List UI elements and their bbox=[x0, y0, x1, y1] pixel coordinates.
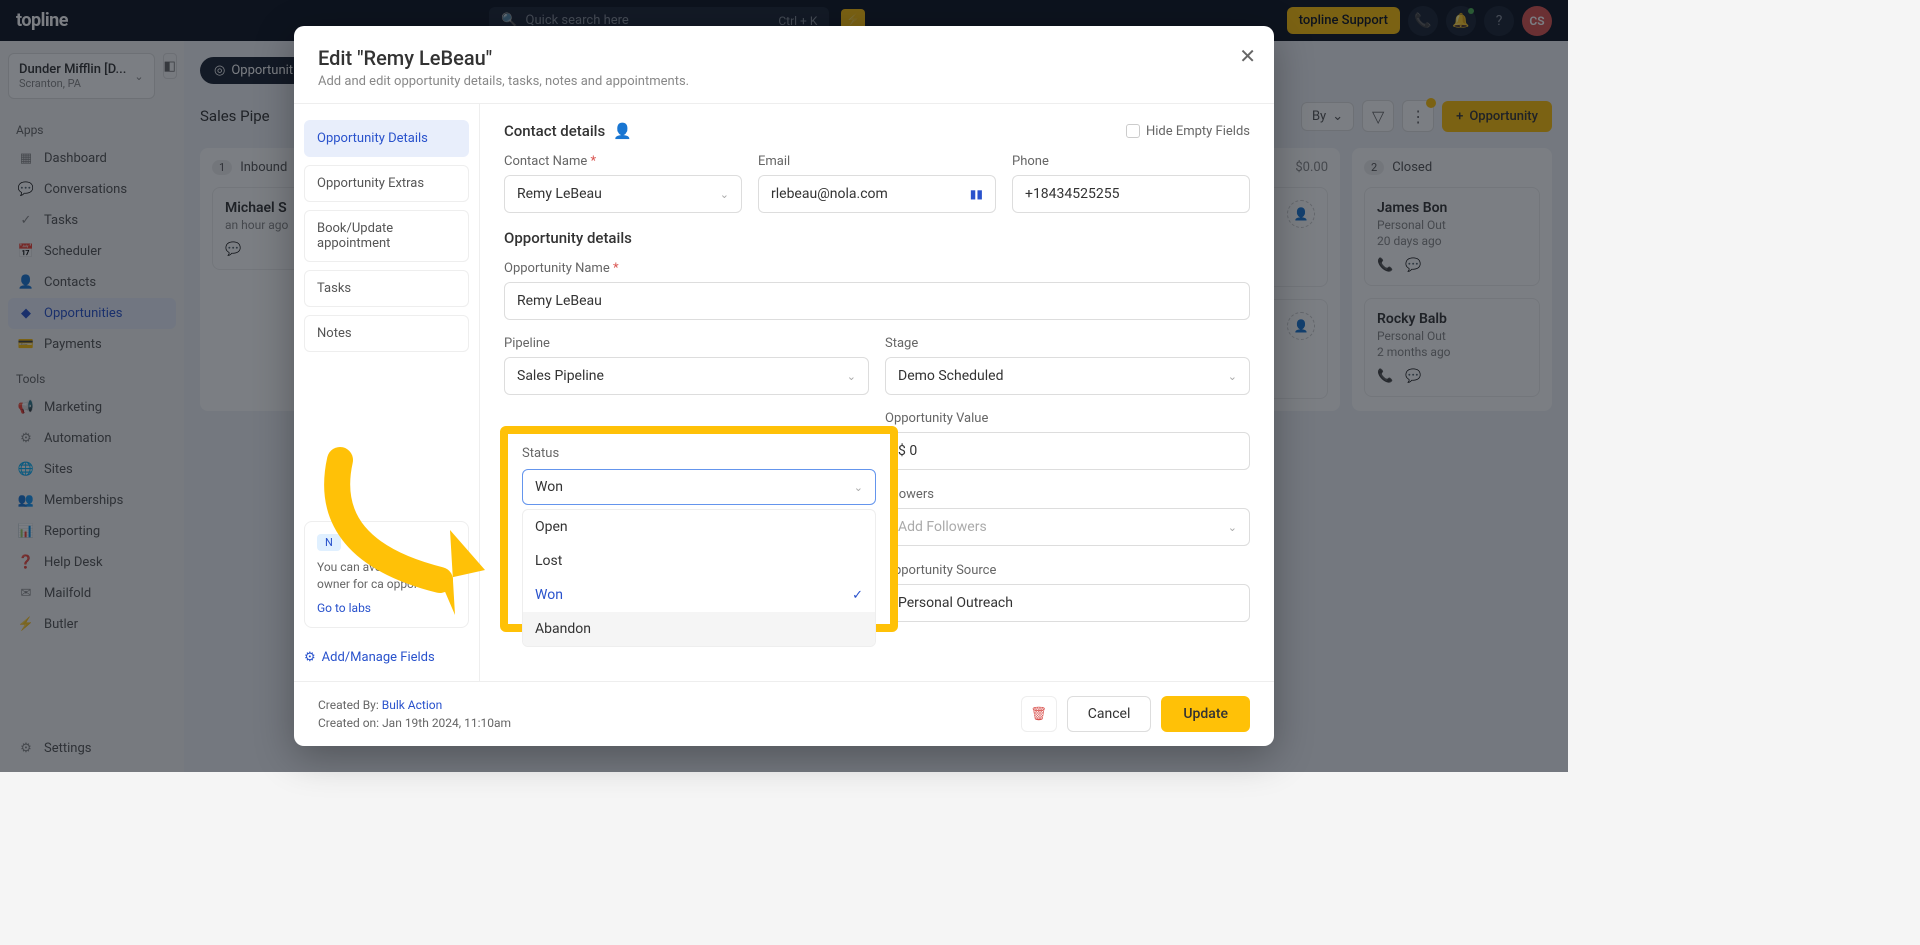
opportunity-value-field[interactable]: $ 0 bbox=[885, 432, 1250, 470]
copy-icon[interactable]: ▮▮ bbox=[970, 187, 983, 201]
opportunity-section-header: Opportunity details bbox=[504, 229, 1250, 247]
checkbox-icon bbox=[1126, 124, 1140, 138]
source-label: Opportunity Source bbox=[885, 563, 1250, 578]
modal-sidebar: Opportunity Details Opportunity Extras B… bbox=[294, 104, 480, 681]
contact-name-field[interactable]: Remy LeBeau⌄ bbox=[504, 175, 742, 213]
check-icon: ✓ bbox=[852, 588, 863, 603]
chevron-down-icon: ⌄ bbox=[854, 481, 863, 494]
status-option-abandon[interactable]: Abandon bbox=[523, 612, 875, 646]
phone-field[interactable]: +18434525255 bbox=[1012, 175, 1250, 213]
close-icon[interactable]: ✕ bbox=[1239, 44, 1256, 68]
hide-empty-toggle[interactable]: Hide Empty Fields bbox=[1126, 124, 1250, 139]
modal-header: Edit "Remy LeBeau" Add and edit opportun… bbox=[294, 26, 1274, 104]
followers-field[interactable]: Add Followers⌄ bbox=[885, 508, 1250, 546]
email-label: Email bbox=[758, 154, 996, 169]
opportunity-name-label: Opportunity Name * bbox=[504, 261, 1250, 276]
tab-notes[interactable]: Notes bbox=[304, 315, 469, 352]
chevron-down-icon: ⌄ bbox=[1228, 521, 1237, 534]
chevron-down-icon: ⌄ bbox=[847, 370, 856, 383]
chevron-down-icon: ⌄ bbox=[1228, 370, 1237, 383]
delete-button[interactable]: 🗑 bbox=[1021, 696, 1057, 732]
labs-link[interactable]: Go to labs bbox=[317, 601, 371, 615]
trash-icon: 🗑 bbox=[1030, 707, 1047, 722]
pipeline-label: Pipeline bbox=[504, 336, 869, 351]
status-option-won[interactable]: Won✓ bbox=[523, 578, 875, 612]
update-button[interactable]: Update bbox=[1161, 696, 1250, 732]
status-option-open[interactable]: Open bbox=[523, 510, 875, 544]
manage-fields-link[interactable]: ⚙Add/Manage Fields bbox=[304, 650, 469, 665]
status-field[interactable]: Won ⌄ bbox=[522, 469, 876, 505]
gear-icon: ⚙ bbox=[304, 650, 316, 665]
contact-name-label: Contact Name * bbox=[504, 154, 742, 169]
pipeline-field[interactable]: Sales Pipeline⌄ bbox=[504, 357, 869, 395]
source-field[interactable]: Personal Outreach bbox=[885, 584, 1250, 622]
labs-badge: N bbox=[317, 534, 341, 551]
footer-meta: Created By: Bulk Action Created on: Jan … bbox=[318, 696, 511, 732]
stage-label: Stage bbox=[885, 336, 1250, 351]
tab-opportunity-details[interactable]: Opportunity Details bbox=[304, 120, 469, 157]
contact-icon: 👤 bbox=[613, 122, 632, 140]
opportunity-name-field[interactable]: Remy LeBeau bbox=[504, 282, 1250, 320]
status-dropdown: Open Lost Won✓ Abandon bbox=[522, 509, 876, 647]
status-option-lost[interactable]: Lost bbox=[523, 544, 875, 578]
chevron-down-icon: ⌄ bbox=[720, 188, 729, 201]
cancel-button[interactable]: Cancel bbox=[1067, 696, 1152, 732]
opportunity-value-label: Opportunity Value bbox=[885, 411, 1250, 426]
followers-label: ollowers bbox=[885, 487, 1250, 502]
email-field[interactable]: rlebeau@nola.com▮▮ bbox=[758, 175, 996, 213]
phone-label: Phone bbox=[1012, 154, 1250, 169]
modal-title: Edit "Remy LeBeau" bbox=[318, 46, 1250, 70]
modal-subtitle: Add and edit opportunity details, tasks,… bbox=[318, 74, 1250, 89]
contact-section-header: Contact details 👤 Hide Empty Fields bbox=[504, 122, 1250, 140]
created-by-link[interactable]: Bulk Action bbox=[382, 698, 443, 712]
tab-tasks[interactable]: Tasks bbox=[304, 270, 469, 307]
modal-footer: Created By: Bulk Action Created on: Jan … bbox=[294, 681, 1274, 746]
tab-appointment[interactable]: Book/Update appointment bbox=[304, 210, 469, 262]
labs-card: N You can ave different owner for ca opp… bbox=[304, 521, 469, 628]
labs-text: You can ave different owner for ca oppor… bbox=[317, 559, 456, 593]
stage-field[interactable]: Demo Scheduled⌄ bbox=[885, 357, 1250, 395]
tab-opportunity-extras[interactable]: Opportunity Extras bbox=[304, 165, 469, 202]
